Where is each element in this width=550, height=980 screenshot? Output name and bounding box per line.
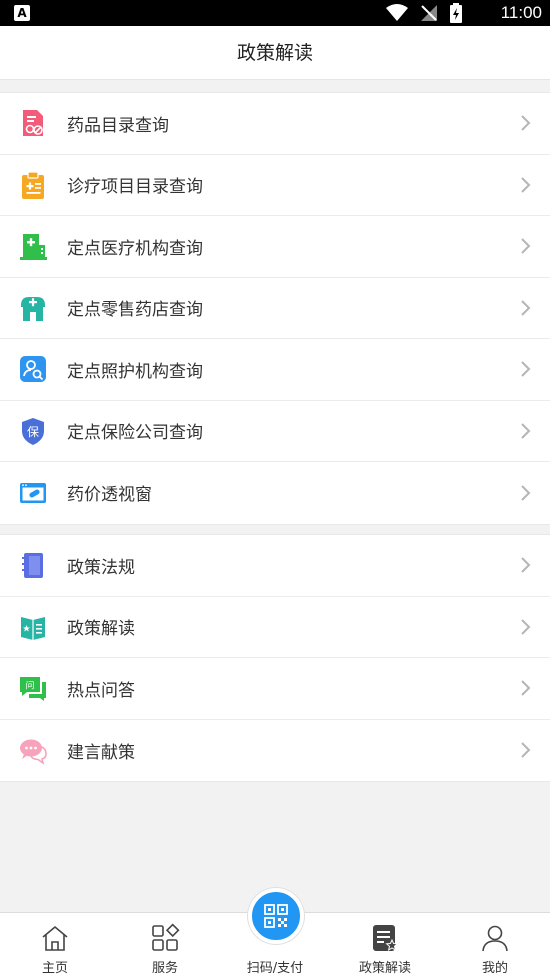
menu-item-label: 定点照护机构查询 (67, 361, 203, 382)
tab-label: 扫码/支付 (246, 961, 304, 976)
tab-label: 服务 (151, 961, 178, 976)
user-icon (482, 925, 508, 952)
suggestion-chat-icon (20, 739, 47, 766)
tab-policy[interactable]: 政策解读 (330, 913, 440, 980)
chevron-right-icon (521, 619, 531, 635)
menu-item-label: 定点零售药店查询 (67, 300, 203, 321)
tab-mine[interactable]: 我的 (440, 913, 550, 980)
tab-label: 政策解读 (358, 961, 411, 976)
page-title: 政策解读 (0, 26, 550, 80)
chevron-right-icon (521, 423, 531, 439)
menu-item-care-institution[interactable]: 定点照护机构查询 (0, 339, 550, 401)
menu-item-label: 定点保险公司查询 (67, 423, 203, 444)
hospital-icon (20, 234, 47, 261)
menu-item-insurance-company[interactable]: 保 定点保险公司查询 (0, 401, 550, 462)
tab-service[interactable]: 服务 (110, 913, 220, 980)
clipboard-medical-icon (22, 171, 44, 199)
chevron-right-icon (521, 115, 531, 131)
policy-doc-icon (373, 925, 399, 952)
menu-item-hot-qa[interactable]: 问 热点问答 (0, 658, 550, 720)
menu-item-label: 药品目录查询 (67, 115, 169, 136)
menu-item-medicine-catalog[interactable]: 药品目录查询 (0, 93, 550, 155)
insurance-shield-icon: 保 (22, 417, 44, 445)
menu-item-label: 政策解读 (67, 619, 135, 640)
menu-item-retail-pharmacy[interactable]: 定点零售药店查询 (0, 278, 550, 339)
chevron-right-icon (521, 485, 531, 501)
home-icon (42, 925, 68, 951)
status-bar: A 11:00 (0, 0, 550, 26)
svg-text:问: 问 (25, 680, 34, 692)
menu-item-treatment-catalog[interactable]: 诊疗项目目录查询 (0, 155, 550, 216)
tab-label: 主页 (41, 961, 68, 976)
price-window-icon (20, 482, 46, 503)
chevron-right-icon (521, 742, 531, 758)
tab-home[interactable]: 主页 (0, 913, 110, 980)
query-menu-section: 药品目录查询 诊疗项目目录查询 定点医疗机构查询 定点零售药店查询 定点照护机构… (0, 92, 550, 525)
chevron-right-icon (521, 238, 531, 254)
open-book-icon (21, 616, 45, 640)
menu-item-label: 政策法规 (67, 557, 135, 578)
menu-item-price-window[interactable]: 药价透视窗 (0, 462, 550, 524)
battery-charging-icon (450, 3, 462, 23)
care-search-icon (20, 356, 46, 383)
chevron-right-icon (521, 680, 531, 696)
menu-item-policy-interpretation[interactable]: 政策解读 (0, 597, 550, 658)
chevron-right-icon (521, 177, 531, 193)
grid-icon (152, 923, 180, 951)
notification-a-icon: A (14, 5, 30, 21)
menu-item-medical-institution[interactable]: 定点医疗机构查询 (0, 216, 550, 278)
clock: 11:00 (500, 3, 542, 22)
scan-pay-button[interactable] (248, 888, 304, 944)
menu-item-label: 诊疗项目目录查询 (67, 177, 203, 198)
menu-item-policy-regulations[interactable]: 政策法规 (0, 535, 550, 597)
menu-item-label: 定点医疗机构查询 (67, 238, 203, 259)
no-signal-icon (421, 5, 437, 21)
menu-item-suggestions[interactable]: 建言献策 (0, 720, 550, 782)
chevron-right-icon (521, 361, 531, 377)
menu-item-label: 热点问答 (67, 680, 135, 701)
menu-item-label: 建言献策 (67, 742, 135, 763)
tab-label: 我的 (481, 961, 508, 976)
wifi-icon (386, 4, 408, 21)
menu-item-label: 药价透视窗 (67, 485, 152, 506)
chevron-right-icon (521, 557, 531, 573)
svg-text:保: 保 (27, 425, 39, 439)
medicine-list-icon (23, 110, 43, 137)
policy-menu-section: 政策法规 政策解读 问 热点问答 建言献策 (0, 534, 550, 782)
qa-chat-icon: 问 (20, 677, 46, 702)
notebook-icon (22, 553, 43, 579)
qr-scan-icon (264, 904, 288, 928)
chevron-right-icon (521, 300, 531, 316)
pharmacy-icon (21, 296, 45, 321)
